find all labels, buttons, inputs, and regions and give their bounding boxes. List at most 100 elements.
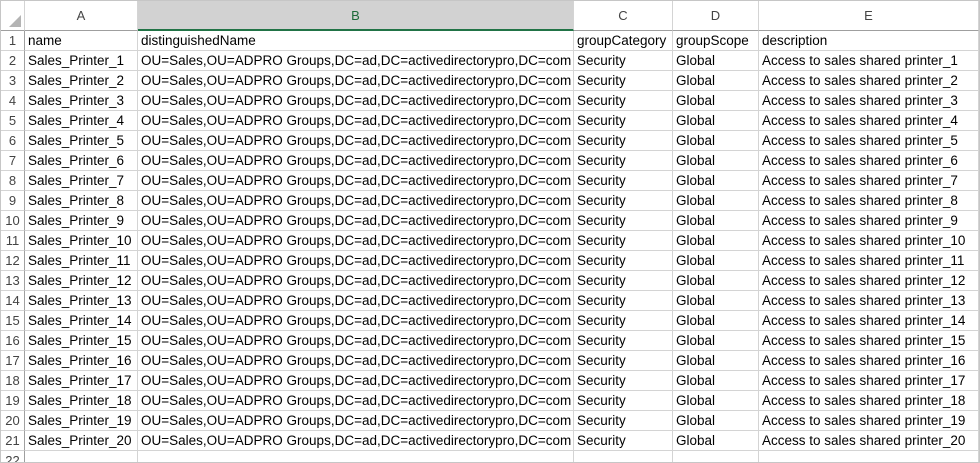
cell-distinguishedname[interactable]: OU=Sales,OU=ADPRO Groups,DC=ad,DC=active… <box>138 351 574 371</box>
cell-name[interactable]: Sales_Printer_4 <box>25 111 138 131</box>
cell-distinguishedname[interactable]: OU=Sales,OU=ADPRO Groups,DC=ad,DC=active… <box>138 191 574 211</box>
cell-name[interactable]: Sales_Printer_9 <box>25 211 138 231</box>
cell-distinguishedname[interactable]: OU=Sales,OU=ADPRO Groups,DC=ad,DC=active… <box>138 151 574 171</box>
cell-distinguishedname[interactable]: OU=Sales,OU=ADPRO Groups,DC=ad,DC=active… <box>138 431 574 451</box>
cell-description[interactable]: Access to sales shared printer_11 <box>759 251 979 271</box>
cell-groupcategory[interactable]: Security <box>574 151 673 171</box>
cell-description[interactable]: Access to sales shared printer_19 <box>759 411 979 431</box>
cell-name[interactable]: Sales_Printer_20 <box>25 431 138 451</box>
cell-description[interactable]: Access to sales shared printer_1 <box>759 51 979 71</box>
cell-distinguishedname[interactable]: OU=Sales,OU=ADPRO Groups,DC=ad,DC=active… <box>138 111 574 131</box>
cell-name[interactable]: Sales_Printer_7 <box>25 171 138 191</box>
row-header[interactable]: 12 <box>1 251 25 271</box>
column-header-a[interactable]: A <box>25 1 138 31</box>
cell-groupscope[interactable]: Global <box>673 251 759 271</box>
cell-name[interactable]: Sales_Printer_3 <box>25 91 138 111</box>
cell-description[interactable]: Access to sales shared printer_4 <box>759 111 979 131</box>
cell-name[interactable]: Sales_Printer_17 <box>25 371 138 391</box>
cell-groupcategory[interactable]: Security <box>574 211 673 231</box>
cell-distinguishedname[interactable]: OU=Sales,OU=ADPRO Groups,DC=ad,DC=active… <box>138 231 574 251</box>
cell-name[interactable]: Sales_Printer_6 <box>25 151 138 171</box>
cell-distinguishedname[interactable]: OU=Sales,OU=ADPRO Groups,DC=ad,DC=active… <box>138 251 574 271</box>
cell-name[interactable]: Sales_Printer_12 <box>25 271 138 291</box>
cell-groupscope[interactable]: Global <box>673 351 759 371</box>
select-all-corner[interactable] <box>1 1 25 31</box>
cell-groupcategory[interactable]: Security <box>574 91 673 111</box>
cell-groupscope[interactable]: Global <box>673 411 759 431</box>
row-header[interactable]: 19 <box>1 391 25 411</box>
cell-groupscope[interactable]: Global <box>673 331 759 351</box>
cell-distinguishedname[interactable]: OU=Sales,OU=ADPRO Groups,DC=ad,DC=active… <box>138 211 574 231</box>
cell-distinguishedname[interactable]: OU=Sales,OU=ADPRO Groups,DC=ad,DC=active… <box>138 271 574 291</box>
cell-groupcategory[interactable]: Security <box>574 411 673 431</box>
cell-name[interactable]: Sales_Printer_15 <box>25 331 138 351</box>
cell-groupcategory[interactable]: Security <box>574 391 673 411</box>
cell-groupscope[interactable]: Global <box>673 131 759 151</box>
cell-groupscope[interactable]: Global <box>673 91 759 111</box>
column-header-c[interactable]: C <box>574 1 673 31</box>
cell-groupscope[interactable]: Global <box>673 291 759 311</box>
row-header[interactable]: 9 <box>1 191 25 211</box>
cell-groupscope-header[interactable]: groupScope <box>673 31 759 51</box>
row-header[interactable]: 5 <box>1 111 25 131</box>
cell-groupscope[interactable]: Global <box>673 191 759 211</box>
cell-groupscope[interactable]: Global <box>673 431 759 451</box>
cell-groupcategory[interactable]: Security <box>574 231 673 251</box>
cell-description[interactable]: Access to sales shared printer_18 <box>759 391 979 411</box>
cell-description[interactable]: Access to sales shared printer_5 <box>759 131 979 151</box>
cell-name[interactable]: Sales_Printer_5 <box>25 131 138 151</box>
cell-groupcategory[interactable]: Security <box>574 331 673 351</box>
cell-description[interactable]: Access to sales shared printer_15 <box>759 331 979 351</box>
cell-groupscope[interactable]: Global <box>673 51 759 71</box>
cell-groupscope[interactable]: Global <box>673 111 759 131</box>
row-header[interactable]: 7 <box>1 151 25 171</box>
cell-distinguishedname[interactable]: OU=Sales,OU=ADPRO Groups,DC=ad,DC=active… <box>138 51 574 71</box>
cell-empty[interactable] <box>759 451 979 462</box>
cell-description[interactable]: Access to sales shared printer_17 <box>759 371 979 391</box>
cell-name[interactable]: Sales_Printer_1 <box>25 51 138 71</box>
cell-description[interactable]: Access to sales shared printer_3 <box>759 91 979 111</box>
row-header[interactable]: 13 <box>1 271 25 291</box>
cell-groupscope[interactable]: Global <box>673 71 759 91</box>
cell-groupcategory[interactable]: Security <box>574 191 673 211</box>
row-header[interactable]: 14 <box>1 291 25 311</box>
cell-description[interactable]: Access to sales shared printer_16 <box>759 351 979 371</box>
row-header[interactable]: 11 <box>1 231 25 251</box>
row-header[interactable]: 22 <box>1 451 25 462</box>
cell-groupcategory[interactable]: Security <box>574 431 673 451</box>
cell-groupcategory[interactable]: Security <box>574 171 673 191</box>
cell-groupscope[interactable]: Global <box>673 211 759 231</box>
cell-name[interactable]: Sales_Printer_19 <box>25 411 138 431</box>
row-header[interactable]: 3 <box>1 71 25 91</box>
cell-name[interactable]: Sales_Printer_11 <box>25 251 138 271</box>
cell-groupscope[interactable]: Global <box>673 371 759 391</box>
cell-description[interactable]: Access to sales shared printer_20 <box>759 431 979 451</box>
cell-name[interactable]: Sales_Printer_18 <box>25 391 138 411</box>
cell-distinguishedname[interactable]: OU=Sales,OU=ADPRO Groups,DC=ad,DC=active… <box>138 411 574 431</box>
cell-groupcategory[interactable]: Security <box>574 271 673 291</box>
cell-name[interactable]: Sales_Printer_10 <box>25 231 138 251</box>
row-header[interactable]: 1 <box>1 31 25 51</box>
cell-description-header[interactable]: description <box>759 31 979 51</box>
cell-description[interactable]: Access to sales shared printer_2 <box>759 71 979 91</box>
cell-description[interactable]: Access to sales shared printer_10 <box>759 231 979 251</box>
cell-name[interactable]: Sales_Printer_14 <box>25 311 138 331</box>
cell-description[interactable]: Access to sales shared printer_13 <box>759 291 979 311</box>
cell-groupcategory-header[interactable]: groupCategory <box>574 31 673 51</box>
cell-empty[interactable] <box>25 451 138 462</box>
cell-empty[interactable] <box>138 451 574 462</box>
column-header-d[interactable]: D <box>673 1 759 31</box>
row-header[interactable]: 4 <box>1 91 25 111</box>
cell-distinguishedname[interactable]: OU=Sales,OU=ADPRO Groups,DC=ad,DC=active… <box>138 131 574 151</box>
cell-groupscope[interactable]: Global <box>673 391 759 411</box>
cell-description[interactable]: Access to sales shared printer_7 <box>759 171 979 191</box>
cell-groupcategory[interactable]: Security <box>574 351 673 371</box>
cell-distinguishedname[interactable]: OU=Sales,OU=ADPRO Groups,DC=ad,DC=active… <box>138 91 574 111</box>
cell-empty[interactable] <box>574 451 673 462</box>
cell-groupcategory[interactable]: Security <box>574 291 673 311</box>
column-header-e[interactable]: E <box>759 1 979 31</box>
cell-groupscope[interactable]: Global <box>673 271 759 291</box>
cell-distinguishedname[interactable]: OU=Sales,OU=ADPRO Groups,DC=ad,DC=active… <box>138 331 574 351</box>
row-header[interactable]: 18 <box>1 371 25 391</box>
cell-description[interactable]: Access to sales shared printer_8 <box>759 191 979 211</box>
